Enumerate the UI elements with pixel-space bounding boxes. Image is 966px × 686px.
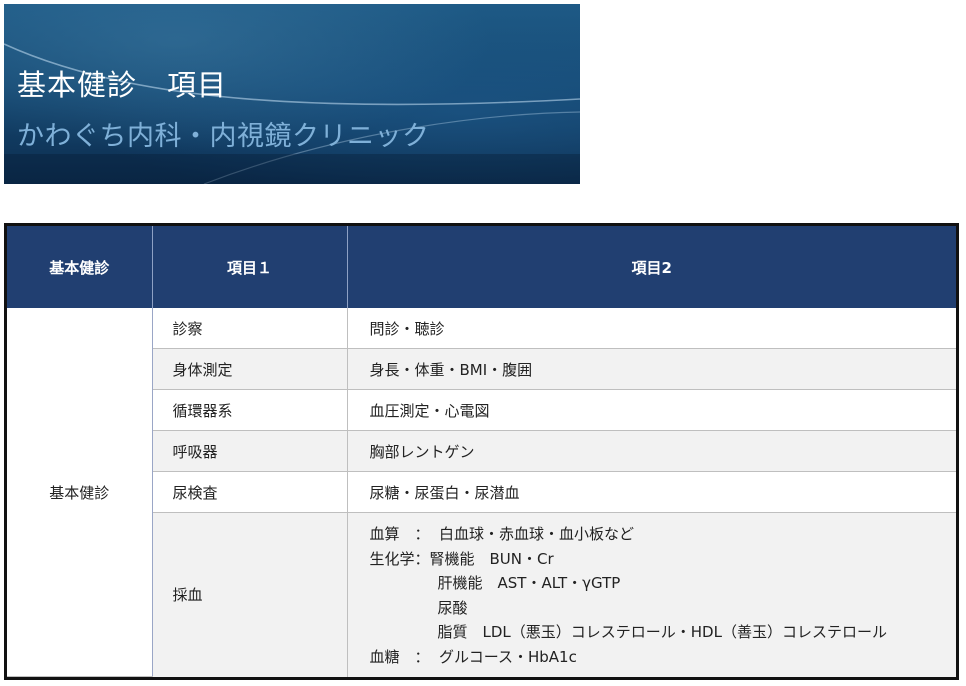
table-row: 基本健診 診察 問診・聴診 xyxy=(7,308,956,677)
item1-cell: 診察 xyxy=(152,308,348,349)
item2-cell: 問診・聴診 xyxy=(347,308,956,349)
blood-line-uric-acid: 尿酸 xyxy=(437,598,468,617)
checkup-items-table: 基本健診 項目１ 項目2 基本健診 診察 問診・聴診 身体測定 身長・体重・BM… xyxy=(4,223,959,680)
blood-test-details: 血算 ： 白血球・赤血球・血小板など 生化学：腎機能 BUN・Cr 肝機能 AS… xyxy=(347,512,956,677)
item2-cell: 身長・体重・BMI・腹囲 xyxy=(347,348,956,390)
item1-cell: 身体測定 xyxy=(152,348,348,390)
item1-cell: 循環器系 xyxy=(152,389,348,431)
category-cell: 基本健診 xyxy=(7,308,153,677)
header-item2: 項目2 xyxy=(347,226,956,308)
item1-cell: 採血 xyxy=(152,512,348,677)
header-banner: 基本健診 項目 かわぐち内科・内視鏡クリニック xyxy=(4,4,580,184)
table-header-row: 基本健診 項目１ 項目2 xyxy=(7,226,956,308)
item2-cell: 胸部レントゲン xyxy=(347,430,956,472)
blood-line-liver: 肝機能 AST・ALT・γGTP xyxy=(437,574,621,593)
blood-line-lipids: 脂質 LDL（悪玉）コレステロール・HDL（善玉）コレステロール xyxy=(437,623,887,642)
item1-cell: 呼吸器 xyxy=(152,430,348,472)
item2-cell: 尿糖・尿蛋白・尿潜血 xyxy=(347,471,956,513)
item1-cell: 尿検査 xyxy=(152,471,348,513)
blood-line-glucose: 血糖 ： グルコース・HbA1c xyxy=(369,647,577,666)
banner-title: 基本健診 項目 xyxy=(17,68,228,102)
banner-subtitle: かわぐち内科・内視鏡クリニック xyxy=(17,121,430,152)
header-category: 基本健診 xyxy=(7,226,153,308)
blood-line-kidney: 生化学：腎機能 BUN・Cr xyxy=(369,549,554,568)
header-item1: 項目１ xyxy=(152,226,348,308)
blood-line-cbc: 血算 ： 白血球・赤血球・血小板など xyxy=(369,525,635,544)
item2-cell: 血圧測定・心電図 xyxy=(347,389,956,431)
